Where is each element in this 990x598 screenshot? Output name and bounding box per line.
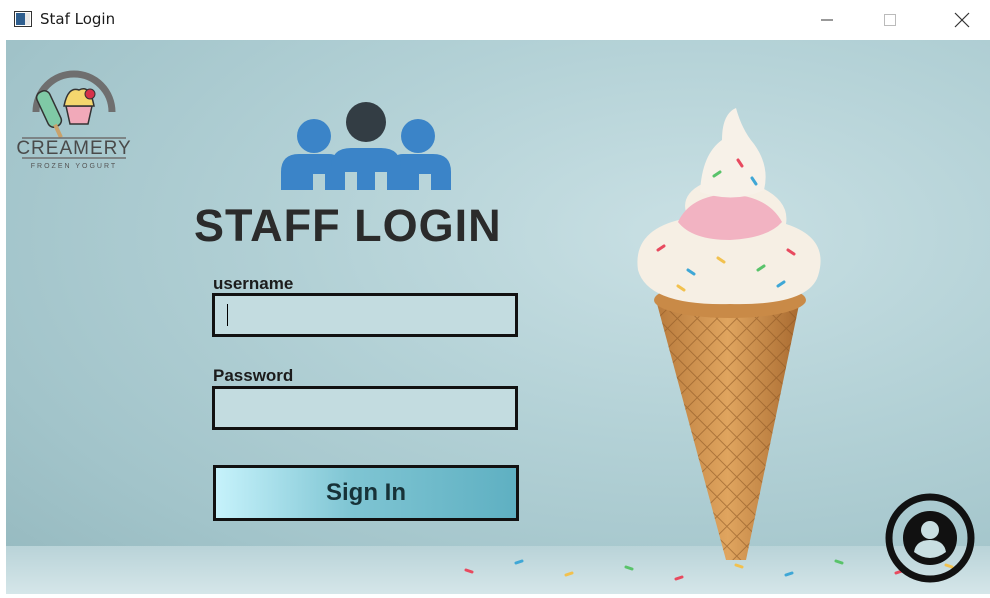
app-icon [14, 11, 32, 27]
user-profile-icon[interactable] [884, 492, 976, 584]
ice-cream-cone-image [637, 108, 821, 560]
username-field[interactable] [212, 293, 518, 337]
close-icon [954, 12, 970, 28]
password-label: Password [213, 366, 294, 385]
password-input[interactable] [215, 389, 515, 427]
password-field[interactable] [212, 386, 518, 430]
window-title: Staf Login [40, 10, 116, 28]
minimize-button[interactable] [805, 0, 849, 40]
page-title: STAFF LOGIN [194, 200, 502, 251]
users-group-icon [281, 102, 451, 190]
logo-brand-text: CREAMERY [16, 138, 131, 159]
login-panel: CREAMERY FROZEN YOGURT STAFF LOGIN usern… [6, 40, 990, 594]
text-caret [227, 304, 228, 326]
close-button[interactable] [940, 0, 984, 40]
title-bar: Staf Login [0, 0, 990, 40]
username-label: username [213, 274, 294, 293]
username-input[interactable] [215, 296, 515, 334]
maximize-icon [884, 14, 896, 26]
creamery-logo: CREAMERY FROZEN YOGURT [16, 70, 131, 170]
minimize-icon [821, 19, 833, 21]
sign-in-button[interactable]: Sign In [213, 465, 519, 521]
logo-tagline-text: FROZEN YOGURT [31, 163, 117, 170]
maximize-button[interactable] [868, 0, 912, 40]
